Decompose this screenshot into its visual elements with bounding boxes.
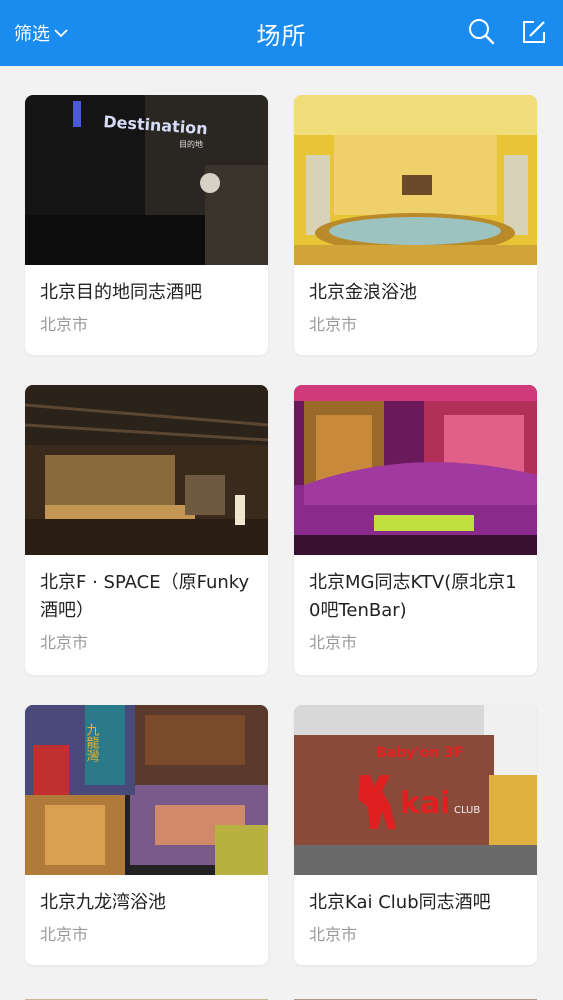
venue-photo (25, 385, 268, 555)
edit-icon (523, 21, 545, 43)
venue-sign-subtext: CLUB (454, 805, 480, 816)
venue-card[interactable]: 北京金浪浴池 北京市 (294, 95, 537, 355)
venue-card[interactable]: Baby'on 3F kai CLUB 北京Kai Club同志酒吧 北京市 (294, 705, 537, 965)
venue-city: 北京市 (309, 315, 358, 334)
venue-name: 北京九龙湾浴池 (40, 892, 166, 913)
chevron-down-icon (54, 29, 68, 38)
search-button[interactable] (466, 16, 498, 48)
venue-sign-top: Baby'on 3F (376, 745, 463, 761)
venue-grid: Destination 目的地 北京目的地同志酒吧 北京市 北京金浪浴池 北京市 (25, 95, 538, 965)
venue-name: 北京Kai Club同志酒吧 (309, 892, 491, 913)
filter-button[interactable]: 筛选 (14, 18, 69, 48)
top-bar: 筛选 场所 (0, 0, 563, 66)
venue-city: 北京市 (40, 633, 89, 652)
venue-sign-subtext: 目的地 (179, 139, 203, 149)
venue-sign-text: kai (400, 786, 450, 821)
venue-city: 北京市 (309, 925, 358, 944)
venue-name: 北京F · SPACE（原Funky酒吧） (40, 572, 250, 621)
filter-label: 筛选 (14, 24, 50, 45)
venue-card[interactable]: 北京F · SPACE（原Funky酒吧） 北京市 (25, 385, 268, 675)
venue-city: 北京市 (309, 633, 358, 652)
venue-card-partial[interactable] (25, 992, 268, 1000)
venue-name: 北京金浪浴池 (309, 282, 417, 303)
venue-card[interactable]: Destination 目的地 北京目的地同志酒吧 北京市 (25, 95, 268, 355)
venue-card[interactable]: 九龍灣 北京九龙湾浴池 北京市 (25, 705, 268, 965)
venue-card-partial[interactable] (294, 992, 537, 1000)
venue-photo (294, 385, 537, 555)
venue-photo: Baby'on 3F kai CLUB (294, 705, 537, 875)
search-icon (469, 19, 495, 45)
venue-card[interactable]: 北京MG同志KTV(原北京10吧TenBar) 北京市 (294, 385, 537, 675)
venue-photo: 九龍灣 (25, 705, 268, 875)
venue-photo: Destination 目的地 (25, 95, 268, 265)
venue-name: 北京目的地同志酒吧 (40, 282, 202, 303)
venue-photo (294, 95, 537, 265)
venue-sign-text: 九龍灣 (84, 723, 100, 763)
edit-button[interactable] (518, 16, 550, 48)
venue-city: 北京市 (40, 315, 89, 334)
venue-city: 北京市 (40, 925, 89, 944)
venue-name: 北京MG同志KTV(原北京10吧TenBar) (309, 572, 517, 621)
